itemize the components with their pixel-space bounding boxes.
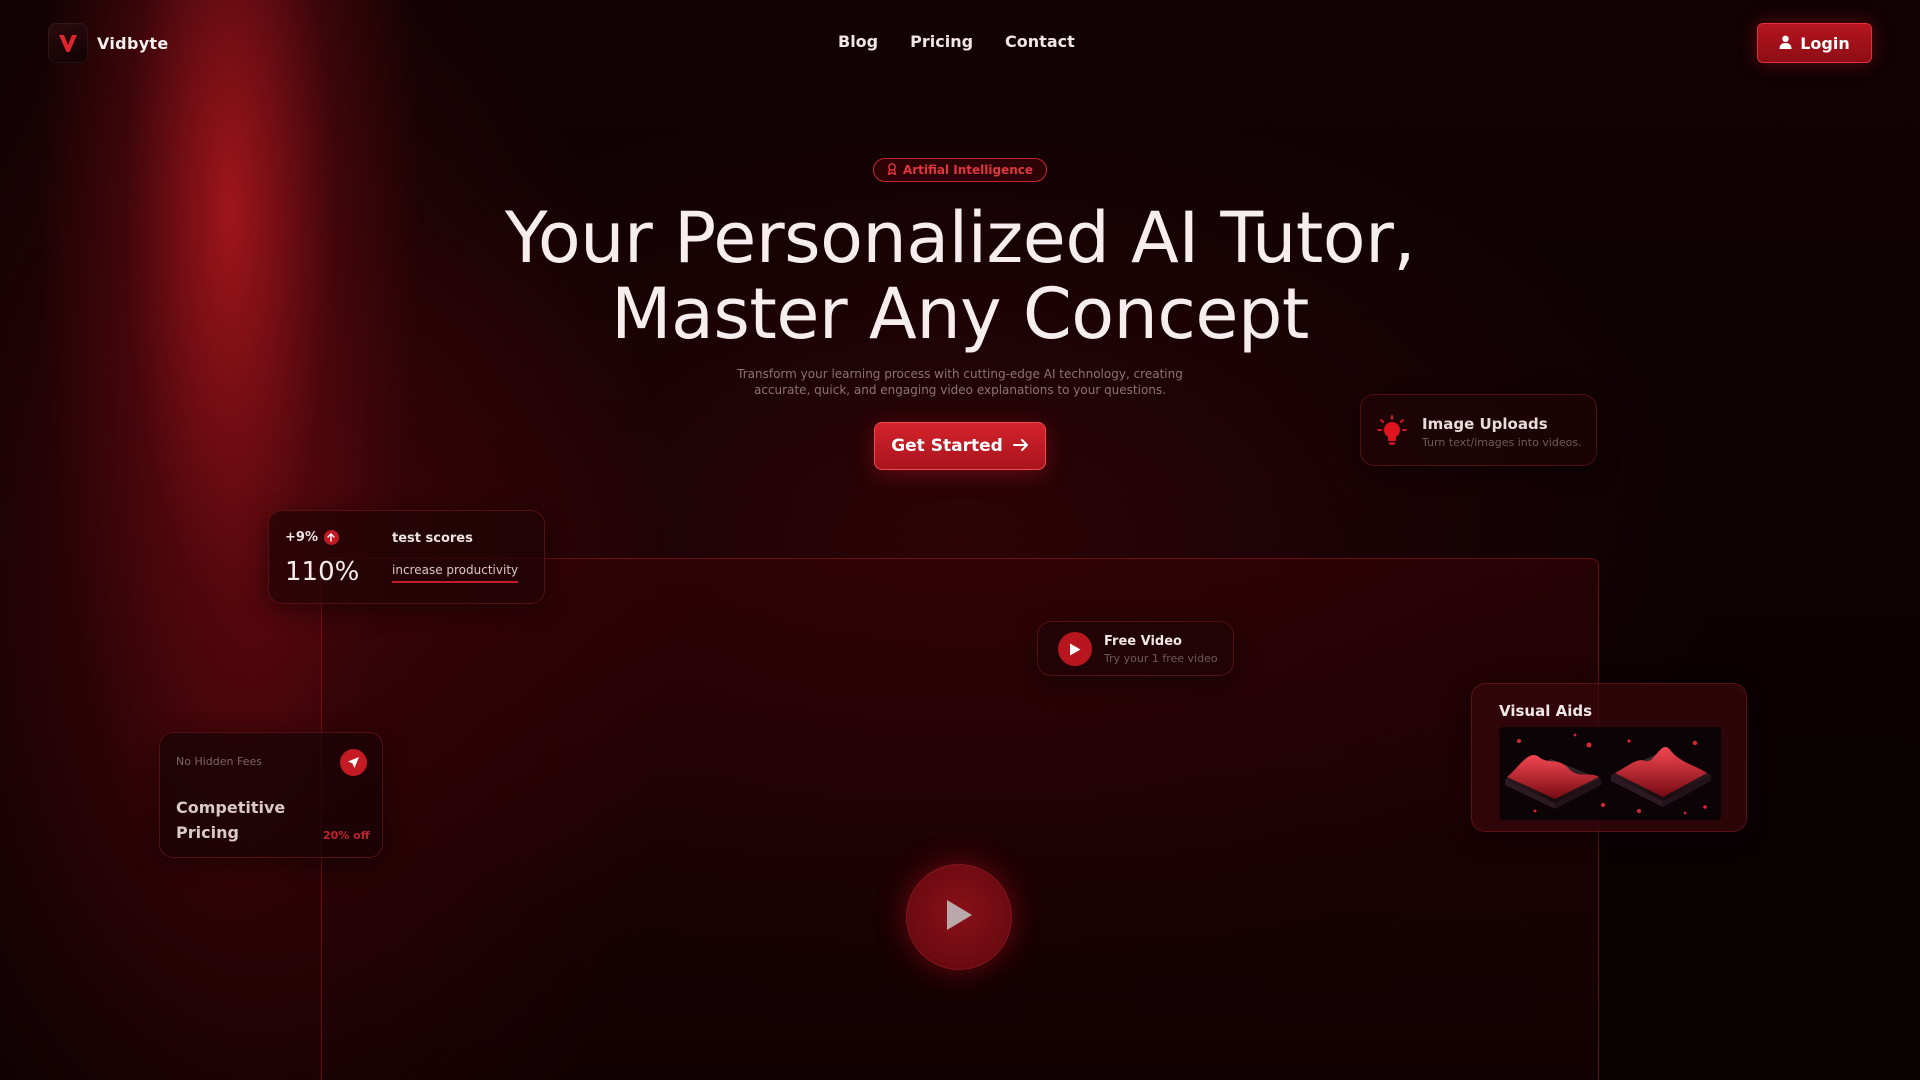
upload-title: Image Uploads xyxy=(1422,415,1548,433)
stats-label: test scores xyxy=(392,531,473,546)
free-video-subtitle: Try your 1 free video xyxy=(1104,652,1218,665)
brand-logo[interactable]: Vidbyte xyxy=(48,23,169,63)
landing-page: Vidbyte Blog Pricing Contact Login Artif… xyxy=(0,0,1920,1080)
send-icon[interactable] xyxy=(340,749,367,776)
upload-subtitle: Turn text/images into videos. xyxy=(1422,436,1582,449)
nav-link-blog[interactable]: Blog xyxy=(838,32,878,51)
lightbulb-icon xyxy=(1377,415,1407,451)
stats-big-value: 110% xyxy=(285,557,360,587)
visual-aids-title: Visual Aids xyxy=(1499,702,1592,720)
get-started-button[interactable]: Get Started xyxy=(874,422,1046,470)
v-logo-icon xyxy=(48,23,88,63)
login-label: Login xyxy=(1800,33,1850,53)
video-player-frame[interactable] xyxy=(321,558,1599,1080)
stats-delta-value: +9% xyxy=(285,530,318,545)
pricing-small-text: No Hidden Fees xyxy=(176,755,262,768)
free-video-title: Free Video xyxy=(1104,634,1182,649)
hero-title-line2: Master Any Concept xyxy=(611,273,1309,355)
play-icon xyxy=(1058,632,1092,666)
arrow-up-icon xyxy=(323,530,339,545)
free-video-card[interactable]: Free Video Try your 1 free video xyxy=(1037,621,1234,676)
nav-link-contact[interactable]: Contact xyxy=(1005,32,1075,51)
pricing-card: No Hidden Fees Competitive Pricing 20% o… xyxy=(159,732,383,858)
play-icon xyxy=(944,898,974,936)
stats-link[interactable]: increase productivity xyxy=(392,563,519,583)
visual-aids-card: Visual Aids xyxy=(1471,683,1747,832)
pricing-discount: 20% off xyxy=(323,829,370,842)
hero-subtitle-line1: Transform your learning process with cut… xyxy=(737,367,1183,381)
hero-title-line1: Your Personalized AI Tutor, xyxy=(504,197,1416,279)
login-button[interactable]: Login xyxy=(1757,23,1872,63)
award-icon xyxy=(887,162,897,178)
stats-delta: +9% xyxy=(285,530,339,545)
pricing-title: Competitive Pricing xyxy=(176,798,286,842)
stats-card: +9% 110% test scores increase productivi… xyxy=(268,510,545,604)
visual-aids-image xyxy=(1499,727,1721,820)
user-icon xyxy=(1779,34,1792,53)
badge-label: Artifial Intelligence xyxy=(902,163,1034,177)
cta-label: Get Started xyxy=(891,436,1003,456)
hero-title: Your Personalized AI Tutor, Master Any C… xyxy=(0,200,1920,352)
hero-subtitle-line2: accurate, quick, and engaging video expl… xyxy=(754,383,1166,397)
main-nav: Blog Pricing Contact xyxy=(838,32,1075,51)
brand-name: Vidbyte xyxy=(97,33,169,53)
ai-badge: Artifial Intelligence xyxy=(873,158,1047,182)
hero-subtitle: Transform your learning process with cut… xyxy=(710,366,1210,398)
image-uploads-card: Image Uploads Turn text/images into vide… xyxy=(1360,394,1597,466)
nav-link-pricing[interactable]: Pricing xyxy=(910,32,973,51)
arrow-right-icon xyxy=(1012,436,1029,456)
video-play-button[interactable] xyxy=(906,864,1012,970)
